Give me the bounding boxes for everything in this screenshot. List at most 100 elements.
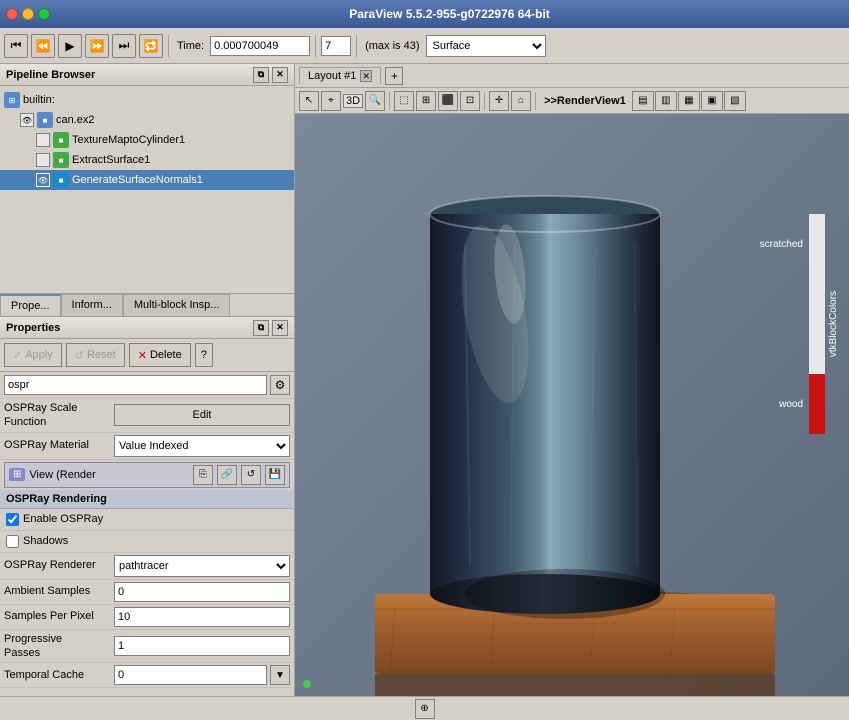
time-input[interactable] [210,36,310,56]
legend-red-section [809,374,825,434]
layout-add-button[interactable]: + [385,67,403,85]
progressive-passes-input[interactable] [114,636,290,656]
layout-tab-1-label: Layout #1 [308,70,356,82]
properties-search-input[interactable] [4,375,267,395]
apply-button[interactable]: ✓ Apply [4,343,62,367]
delete-button[interactable]: ✕ Delete [129,343,191,367]
properties-tabs: Prope... Inform... Multi-block Insp... [0,294,294,317]
canex2-eye[interactable]: 👁 [20,113,34,127]
frame-input[interactable] [321,36,351,56]
reset-button[interactable]: ↺ Reset [66,343,125,367]
vr-save-icon[interactable]: 💾 [265,465,285,485]
texturemap-eye[interactable] [36,133,50,147]
scale-function-row: OSPRay ScaleFunction Edit [0,399,294,433]
pipeline-item-surfacenormals[interactable]: 👁 ■ GenerateSurfaceNormals1 [0,170,294,190]
rt-view-split5[interactable]: ▧ [724,91,746,111]
samples-per-pixel-label: Samples Per Pixel [4,609,114,623]
status-center-button[interactable]: ⊕ [415,699,435,719]
rt-axes-btn[interactable]: ✛ [489,91,509,111]
material-select[interactable]: Value Indexed [114,435,290,457]
enable-ospray-row: Enable OSPRay [0,509,294,531]
pipeline-item-builtin[interactable]: ⊞ builtin: [0,90,294,110]
layout-tab-1-close[interactable]: ✕ [360,70,372,82]
builtin-icon: ⊞ [4,92,20,108]
texturemap-icon: ■ [53,132,69,148]
start-button[interactable]: ⏮ [4,34,28,58]
render-mode-select[interactable]: Surface [426,35,546,57]
pipeline-item-extractsurface[interactable]: ■ ExtractSurface1 [0,150,294,170]
rt-zoom-btn[interactable]: 🔍 [365,91,385,111]
renderer-select[interactable]: pathtracer [114,555,290,577]
prev-button[interactable]: ⏪ [31,34,55,58]
enable-ospray-label: Enable OSPRay [23,513,103,525]
properties-close-icon[interactable]: ✕ [272,320,288,336]
vr-link-icon[interactable]: 🔗 [217,465,237,485]
pipeline-item-texturemap[interactable]: ■ TextureMaptoCylinder1 [0,130,294,150]
rt-select-btn[interactable]: ↖ [299,91,319,111]
right-panel: Layout #1 ✕ + ↖ ⌖ 3D 🔍 ⬚ ⊞ ⬛ ⊡ ✛ ⌂ >>Ren… [295,64,849,696]
legend-labels: scratched wood [760,214,803,434]
canex2-label: can.ex2 [56,114,95,126]
ambient-samples-label: Ambient Samples [4,584,114,598]
pipeline-browser-header: Pipeline Browser ⧉ ✕ [0,64,294,86]
ospray-rendering-header: OSPRay Rendering [0,490,294,509]
scale-function-value: Edit [114,404,290,426]
minimize-button[interactable] [22,8,34,20]
rt-view-split1[interactable]: ▤ [632,91,654,111]
enable-ospray-checkbox[interactable] [6,513,19,526]
tab-multiblock[interactable]: Multi-block Insp... [123,294,231,316]
ambient-samples-input[interactable] [114,582,290,602]
render-toolbar: ↖ ⌖ 3D 🔍 ⬚ ⊞ ⬛ ⊡ ✛ ⌂ >>RenderView1 ▤ ▥ ▦… [295,88,849,114]
samples-per-pixel-input[interactable] [114,607,290,627]
layout-tab-1[interactable]: Layout #1 ✕ [299,67,381,84]
vr-copy-icon[interactable]: ⎘ [193,465,213,485]
pipeline-browser-title: Pipeline Browser [6,69,95,81]
rt-view-split2[interactable]: ▥ [655,91,677,111]
rt-frame-btn1[interactable]: ⬚ [394,91,414,111]
vr-refresh-icon[interactable]: ↺ [241,465,261,485]
rt-frame-btn4[interactable]: ⊡ [460,91,480,111]
progressive-passes-row: ProgressivePasses [0,630,294,664]
material-label: OSPRay Material [4,438,114,452]
play-button[interactable]: ▶ [58,34,82,58]
renderer-value: pathtracer [114,555,290,577]
rt-frame-btn3[interactable]: ⬛ [438,91,458,111]
tab-properties[interactable]: Prope... [0,294,61,316]
rt-orient-btn[interactable]: ⌂ [511,91,531,111]
rt-camera-btn[interactable]: ⌖ [321,91,341,111]
help-button[interactable]: ? [195,343,213,367]
view-render-row: ⊞ View (Render ⎘ 🔗 ↺ 💾 [4,462,290,488]
loop-button[interactable]: 🔁 [139,34,163,58]
rt-view-split3[interactable]: ▦ [678,91,700,111]
color-legend: scratched wood vtkBlockColors [760,214,839,434]
rt-view-split4[interactable]: ▣ [701,91,723,111]
progressive-passes-value [114,636,290,656]
legend-bar-container: vtkBlockColors [809,214,839,434]
extractsurface-eye[interactable] [36,153,50,167]
separator-1 [168,35,169,57]
close-button[interactable] [6,8,18,20]
rt-frame-btn2[interactable]: ⊞ [416,91,436,111]
apply-icon: ✓ [13,349,22,362]
renderer-row: OSPRay Renderer pathtracer [0,553,294,580]
render-view[interactable]: scratched wood vtkBlockColors [295,114,849,696]
end-button[interactable]: ⏭ [112,34,136,58]
window-controls[interactable] [6,8,50,20]
window-title: ParaView 5.5.2-955-g0722976 64-bit [56,7,843,21]
material-value: Value Indexed [114,435,290,457]
pipeline-item-canex2[interactable]: 👁 ■ can.ex2 [0,110,294,130]
shadows-checkbox[interactable] [6,535,19,548]
tab-information[interactable]: Inform... [61,294,123,316]
properties-restore-icon[interactable]: ⧉ [253,320,269,336]
surfacenormals-eye[interactable]: 👁 [36,173,50,187]
legend-bar [809,214,825,434]
scale-function-edit-button[interactable]: Edit [114,404,290,426]
temporal-cache-scroll[interactable]: ▼ [270,665,290,685]
pipeline-restore-icon[interactable]: ⧉ [253,67,269,83]
maximize-button[interactable] [38,8,50,20]
temporal-cache-input[interactable] [114,665,267,685]
samples-per-pixel-row: Samples Per Pixel [0,605,294,630]
search-gear-icon[interactable]: ⚙ [270,375,290,395]
pipeline-close-icon[interactable]: ✕ [272,67,288,83]
next-frame-button[interactable]: ⏩ [85,34,109,58]
